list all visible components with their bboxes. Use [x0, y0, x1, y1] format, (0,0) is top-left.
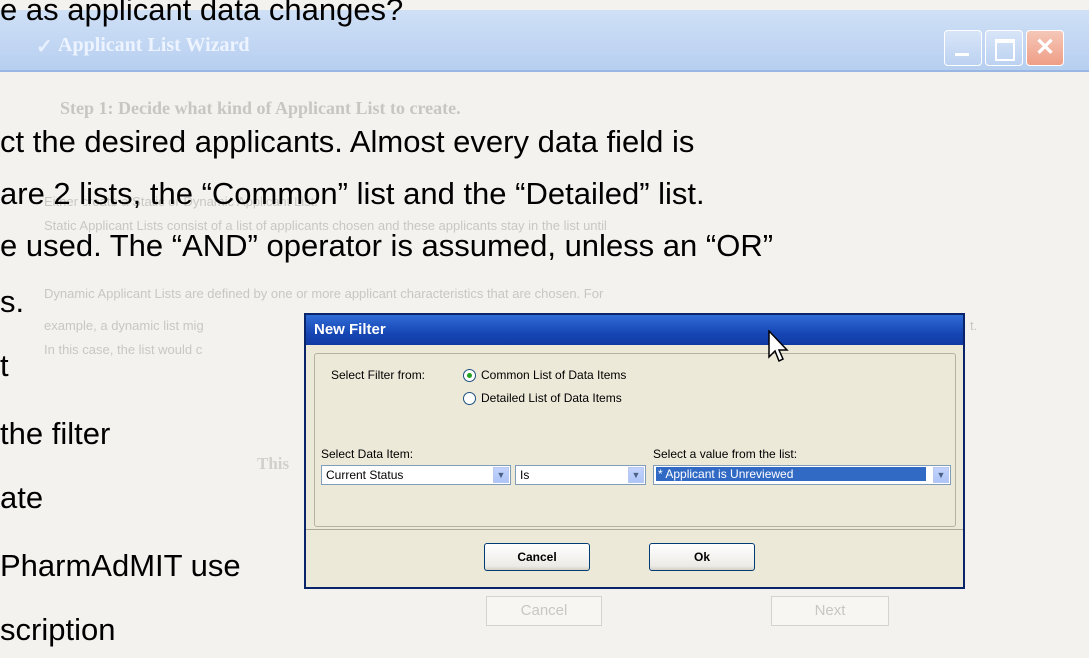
wizard-text-line: In this case, the list would c	[44, 342, 203, 357]
maximize-icon	[995, 39, 1015, 61]
wizard-bold-text: This	[257, 454, 290, 473]
maximize-button[interactable]	[985, 30, 1023, 66]
dialog-title-bar[interactable]: New Filter	[306, 315, 963, 345]
slide-text-line: s.	[0, 284, 25, 319]
slide-text-line: PharmAdMIT use	[0, 548, 241, 583]
wizard-text-line: t.	[970, 318, 978, 333]
slide-text-line: ate	[0, 480, 44, 515]
value-select-value: * Applicant is Unreviewed	[656, 467, 926, 481]
wizard-text-line: example, a dynamic list mig	[44, 318, 204, 333]
wizard-text-line: Dynamic Applicant Lists are defined by o…	[44, 286, 604, 301]
slide-text-line: e used. The “AND” operator is assumed, u…	[0, 228, 774, 263]
data-item-value: Current Status	[326, 468, 404, 482]
chevron-down-icon[interactable]: ▼	[933, 467, 949, 483]
slide-text-line: the filter	[0, 416, 111, 451]
filter-from-label: Select Filter from:	[331, 368, 426, 382]
mouse-pointer-icon	[768, 330, 789, 363]
value-list-label: Select a value from the list:	[653, 447, 798, 461]
data-item-label: Select Data Item:	[321, 447, 414, 461]
minimize-icon	[955, 53, 969, 56]
close-button[interactable]: ✕	[1026, 30, 1064, 66]
operator-value: Is	[520, 468, 530, 482]
value-select[interactable]: * Applicant is Unreviewed ▼	[653, 465, 951, 485]
filter-panel: Select Filter from: Common List of Data …	[314, 353, 956, 527]
detailed-list-radio[interactable]	[463, 392, 476, 405]
cancel-button-label: Cancel	[517, 550, 557, 564]
close-icon: ✕	[1034, 34, 1056, 61]
wizard-cancel-label: Cancel	[520, 602, 568, 619]
operator-select[interactable]: Is ▼	[515, 465, 646, 485]
ok-button[interactable]: Ok	[649, 543, 755, 571]
minimize-button[interactable]	[944, 30, 982, 66]
wizard-title: Applicant List Wizard	[58, 34, 250, 56]
ok-button-label: Ok	[693, 550, 710, 564]
common-list-radio[interactable]	[463, 369, 476, 382]
slide-text-line: e as applicant data changes?	[0, 0, 404, 27]
dialog-title: New Filter	[314, 321, 386, 338]
slide-text-line: t	[0, 348, 9, 383]
chevron-down-icon[interactable]: ▼	[493, 467, 509, 483]
check-icon: ✓	[36, 36, 53, 58]
step-heading: Step 1: Decide what kind of Applicant Li…	[60, 98, 461, 118]
slide-text-line: ct the desired applicants. Almost every …	[0, 124, 695, 159]
data-item-select[interactable]: Current Status ▼	[321, 465, 511, 485]
dialog-separator	[306, 529, 963, 530]
detailed-list-option-label[interactable]: Detailed List of Data Items	[481, 391, 622, 405]
wizard-cancel-button[interactable]: Cancel	[486, 596, 602, 626]
slide-text-line: are 2 lists, the “Common” list and the “…	[0, 176, 705, 211]
wizard-next-label: Next	[814, 602, 846, 619]
cancel-button[interactable]: Cancel	[484, 543, 590, 571]
common-list-option-label[interactable]: Common List of Data Items	[481, 368, 626, 382]
new-filter-dialog: New Filter Select Filter from: Common Li…	[304, 313, 965, 589]
chevron-down-icon[interactable]: ▼	[628, 467, 644, 483]
wizard-next-button[interactable]: Next	[771, 596, 889, 626]
slide-text-line: scription	[0, 612, 116, 647]
